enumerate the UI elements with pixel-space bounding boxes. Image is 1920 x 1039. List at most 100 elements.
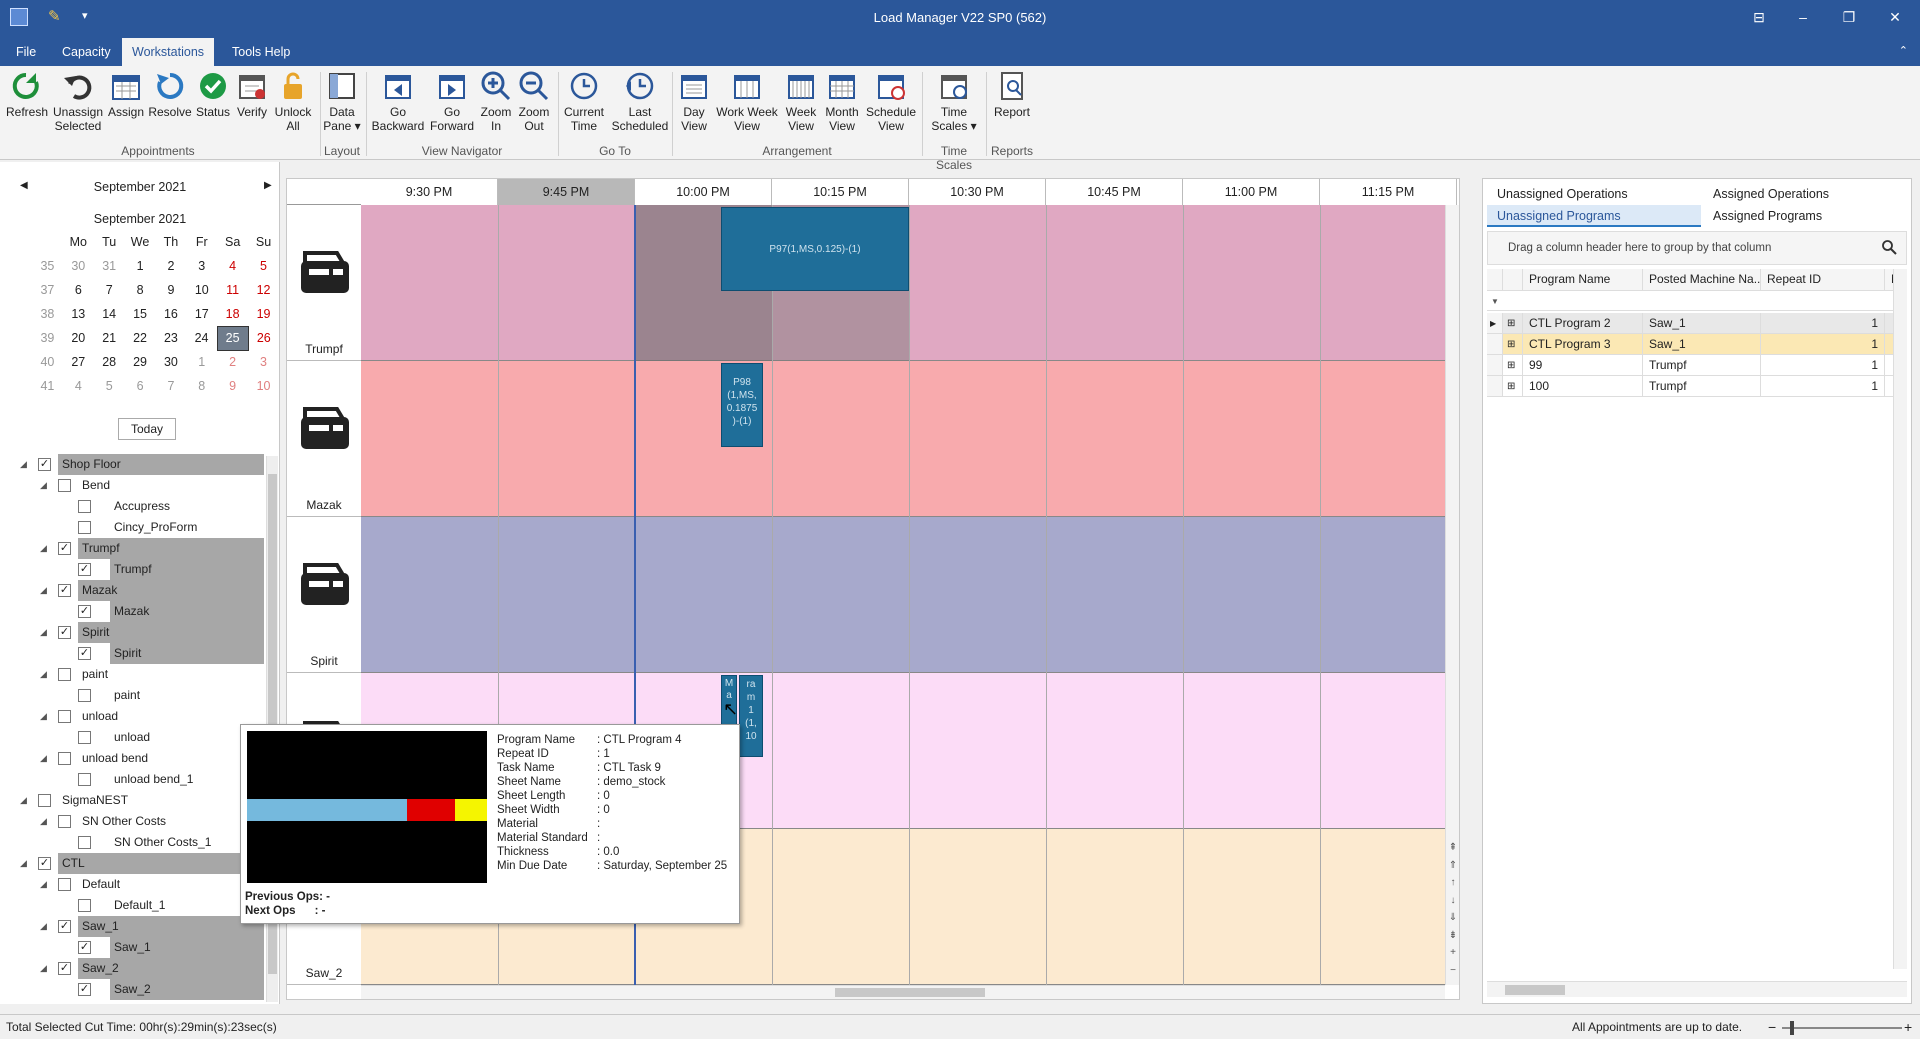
expand-toggle-icon[interactable]: ◢ (40, 958, 47, 979)
ribbon-display-icon[interactable]: ⊟ (1742, 6, 1776, 30)
tree-checkbox[interactable]: ✓ (78, 605, 91, 618)
machine-cell[interactable]: Trumpf (1643, 355, 1761, 376)
calendar-day[interactable]: 30 (155, 350, 186, 374)
calendar-day[interactable]: 9 (217, 374, 248, 398)
tree-node[interactable]: Cincy_ProForm (0, 517, 264, 538)
calendar-day[interactable]: 31 (94, 254, 125, 278)
calendar-day[interactable]: 17 (186, 302, 217, 326)
tree-checkbox[interactable] (78, 731, 91, 744)
close-button[interactable]: ✕ (1878, 6, 1912, 30)
zoom-in-button[interactable]: Zoom In (478, 70, 514, 133)
tree-checkbox[interactable]: ✓ (78, 983, 91, 996)
tree-checkbox[interactable] (58, 752, 71, 765)
calendar-day[interactable]: 21 (94, 326, 125, 350)
go-forward-button[interactable]: Go Forward (426, 70, 478, 133)
scheduler-horizontal-thumb[interactable] (835, 988, 985, 997)
collapse-ribbon-icon[interactable]: ⌃ (1899, 44, 1908, 57)
month-view-button[interactable]: Month View (822, 70, 862, 133)
unlock-all-button[interactable]: Unlock All (274, 70, 312, 133)
expand-toggle-icon[interactable]: ◢ (40, 664, 47, 685)
column-header[interactable]: Repeat ID (1761, 269, 1885, 291)
assign-button[interactable]: Assign (106, 70, 146, 119)
go-backward-button[interactable]: Go Backward (370, 70, 426, 133)
calendar-day[interactable]: 1 (186, 350, 217, 374)
tree-checkbox[interactable] (78, 500, 91, 513)
column-header[interactable]: Program Name (1523, 269, 1643, 291)
tree-node[interactable]: unload (0, 727, 264, 748)
tree-checkbox[interactable]: ✓ (78, 563, 91, 576)
tree-checkbox[interactable] (58, 878, 71, 891)
scheduler-nav-icon[interactable]: ↓ (1447, 892, 1459, 910)
tree-node[interactable]: Accupress (0, 496, 264, 517)
menu-tools-help[interactable]: Tools Help (222, 38, 300, 66)
status-button[interactable]: Status (194, 70, 232, 119)
refresh-button[interactable]: Refresh (6, 70, 48, 119)
tree-node[interactable]: ◢ SigmaNEST (0, 790, 264, 811)
calendar-day[interactable]: 26 (248, 326, 279, 350)
calendar-day[interactable]: 3 (248, 350, 279, 374)
expand-toggle-icon[interactable]: ◢ (40, 706, 47, 727)
tree-checkbox[interactable] (38, 794, 51, 807)
tree-node[interactable]: ◢ ✓ Spirit (0, 622, 264, 643)
machine-cell[interactable]: Saw_1 (1643, 334, 1761, 355)
tree-node[interactable]: ◢ SN Other Costs (0, 811, 264, 832)
appointment-saw-b[interactable]: ra m 1 (1, 10 (739, 675, 763, 757)
tree-node[interactable]: SN Other Costs_1 (0, 832, 264, 853)
tree-checkbox[interactable]: ✓ (58, 542, 71, 555)
scheduler-nav-icon[interactable]: ⇟ (1447, 927, 1459, 945)
calendar-day[interactable]: 23 (155, 326, 186, 350)
calendar-day[interactable]: 22 (125, 326, 156, 350)
machine-cell[interactable]: Trumpf (1643, 376, 1761, 397)
expand-toggle-icon[interactable]: ◢ (40, 748, 47, 769)
calendar-day[interactable]: 7 (94, 278, 125, 302)
tree-checkbox[interactable]: ✓ (58, 626, 71, 639)
zoom-minus-icon[interactable]: − (1768, 1015, 1776, 1039)
grid-scroll-thumb[interactable] (1505, 985, 1565, 995)
column-header[interactable]: Posted Machine Na... (1643, 269, 1761, 291)
calendar-day[interactable]: 5 (94, 374, 125, 398)
tree-checkbox[interactable] (78, 773, 91, 786)
calendar-day[interactable]: 1 (125, 254, 156, 278)
search-icon[interactable] (1881, 239, 1897, 255)
work-week-view-button[interactable]: Work Week View (714, 70, 780, 133)
unassign-selected-button[interactable]: Unassign Selected (50, 70, 106, 133)
tab-unassigned-operations[interactable]: Unassigned Operations (1487, 183, 1697, 205)
calendar-day[interactable]: 2 (217, 350, 248, 374)
calendar-day[interactable]: 24 (186, 326, 217, 350)
tab-unassigned-programs[interactable]: Unassigned Programs (1487, 205, 1701, 227)
tree-node[interactable]: ◢ ✓ Mazak (0, 580, 264, 601)
machine-cell[interactable]: Saw_1 (1643, 313, 1761, 334)
row-expand-icon[interactable]: ⊞ (1503, 334, 1523, 355)
program-name-cell[interactable]: 99 (1523, 355, 1643, 376)
calendar-day[interactable]: 16 (155, 302, 186, 326)
tree-checkbox[interactable]: ✓ (58, 920, 71, 933)
tab-assigned-programs[interactable]: Assigned Programs (1703, 205, 1903, 227)
calendar-day[interactable]: 13 (63, 302, 94, 326)
tree-checkbox[interactable] (58, 668, 71, 681)
tree-node[interactable]: ◢ ✓ Shop Floor (0, 454, 264, 475)
filter-row[interactable]: ▼ (1487, 291, 1895, 311)
calendar-day[interactable]: 10 (248, 374, 279, 398)
next-month-icon[interactable]: ▶ (264, 180, 272, 191)
tree-checkbox[interactable] (78, 521, 91, 534)
row-expand-icon[interactable]: ⊞ (1503, 313, 1523, 334)
scheduler-nav-icon[interactable]: ↑ (1447, 874, 1459, 892)
tree-node[interactable]: ◢ ✓ CTL (0, 853, 264, 874)
calendar-day[interactable]: 28 (94, 350, 125, 374)
resource-lane[interactable] (361, 517, 1445, 673)
calendar-day[interactable]: 14 (94, 302, 125, 326)
calendar-day[interactable]: 8 (125, 278, 156, 302)
calendar-day[interactable]: 4 (63, 374, 94, 398)
tree-node[interactable]: ◢ paint (0, 664, 264, 685)
expand-toggle-icon[interactable]: ◢ (20, 790, 27, 811)
tree-checkbox[interactable] (58, 710, 71, 723)
calendar-day[interactable]: 15 (125, 302, 156, 326)
calendar-day[interactable]: 25 (216, 325, 249, 351)
tab-assigned-operations[interactable]: Assigned Operations (1703, 183, 1903, 205)
calendar-day[interactable]: 29 (125, 350, 156, 374)
tree-node[interactable]: ✓ Saw_2 (0, 979, 264, 1000)
expand-toggle-icon[interactable]: ◢ (40, 538, 47, 559)
tree-node[interactable]: ✓ Trumpf (0, 559, 264, 580)
tree-checkbox[interactable] (78, 899, 91, 912)
repeat-id-cell[interactable]: 1 (1761, 334, 1885, 355)
